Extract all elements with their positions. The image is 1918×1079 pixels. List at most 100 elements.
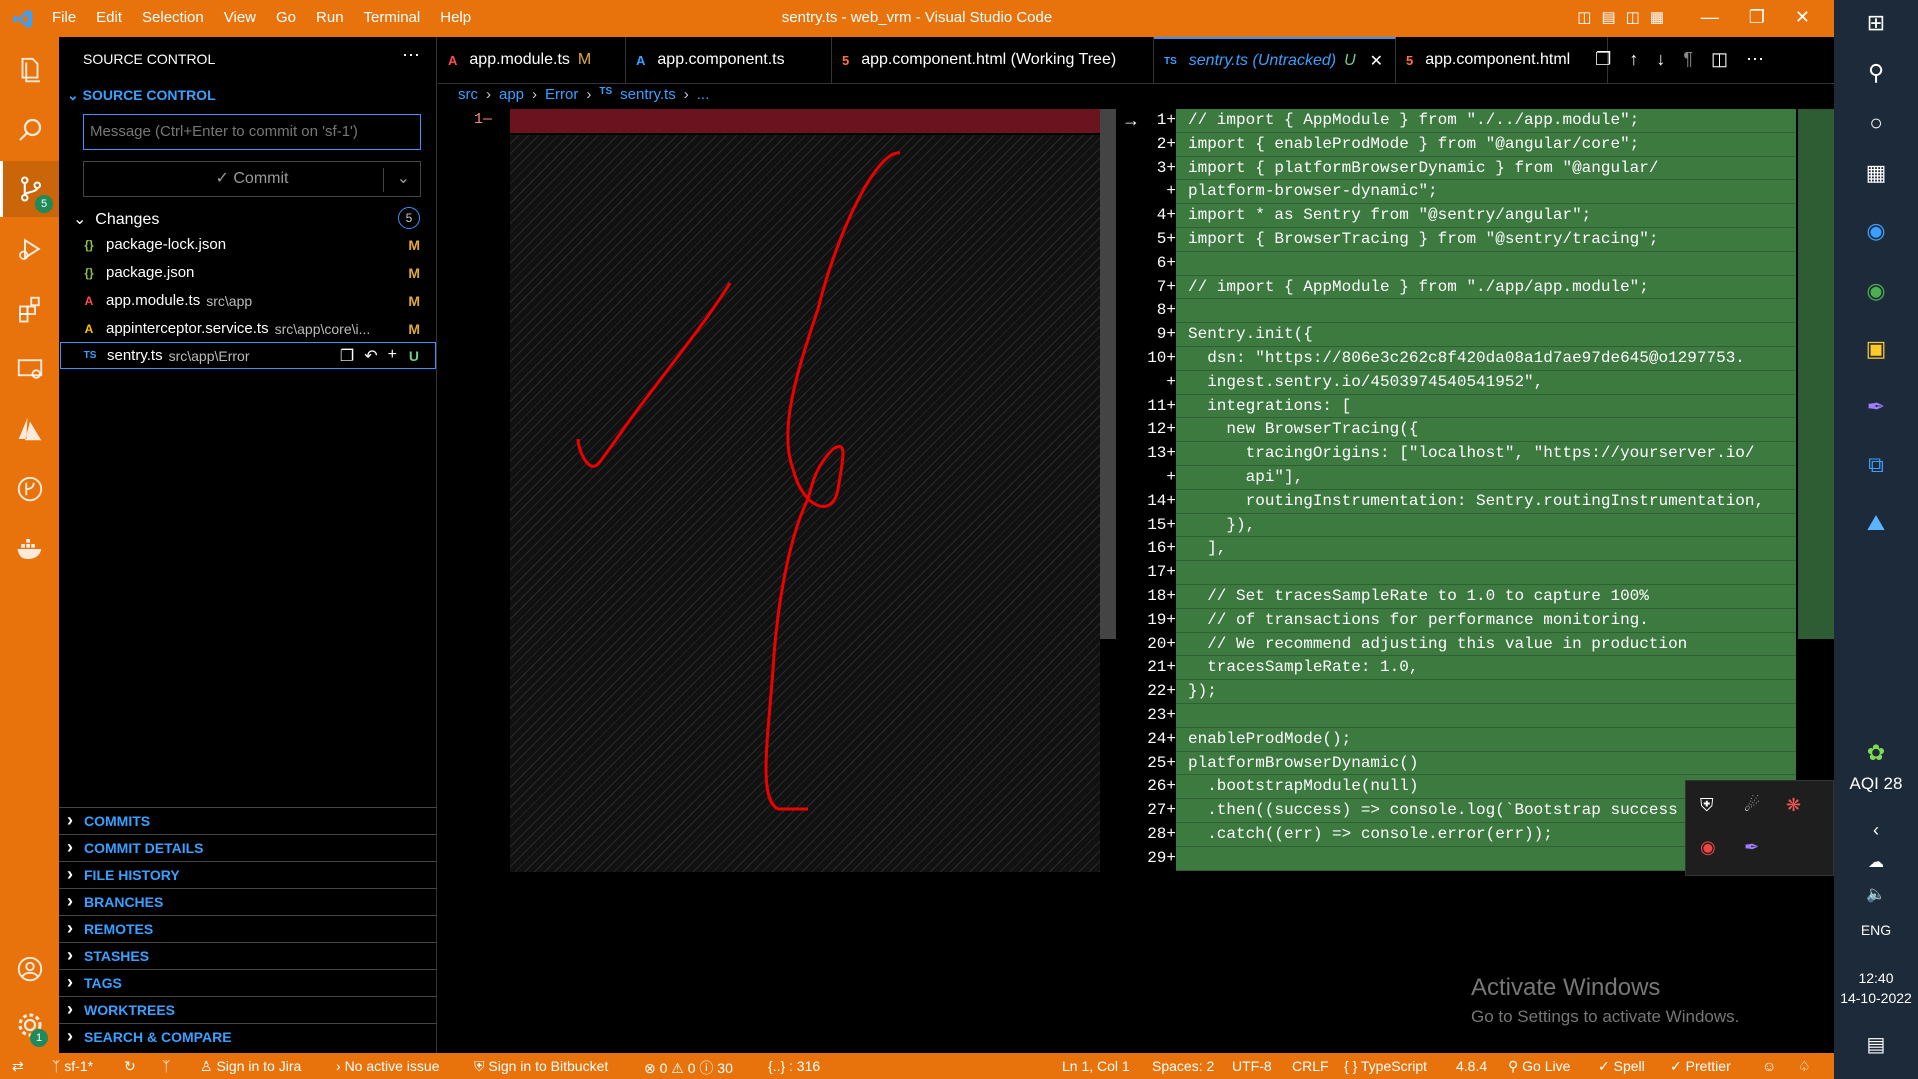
azure-icon[interactable] [0, 401, 59, 457]
clock-date[interactable]: 14-10-2022 [1834, 990, 1918, 1006]
more-actions-icon[interactable]: ⋯ [402, 45, 420, 66]
changes-header[interactable]: ⌄ Changes [73, 209, 159, 229]
code-line[interactable]: 1+// import { AppModule } from "./../app… [1116, 109, 1796, 133]
satellite-icon[interactable]: ☄ [1744, 795, 1760, 816]
code-line[interactable]: 11+ integrations: [ [1116, 394, 1796, 419]
toggle-panel-icon[interactable]: ▤ [1601, 8, 1615, 26]
code-line[interactable]: 8+ [1116, 299, 1796, 324]
toggle-secondary-sidebar-icon[interactable]: ◫ [1626, 8, 1640, 26]
code-line[interactable]: 13+ tracingOrigins: ["localhost", "https… [1116, 442, 1796, 466]
restore-icon[interactable]: ❐ [1749, 7, 1765, 28]
tab-app-component-html[interactable]: 5 app.component.html [1396, 37, 1608, 83]
code-line[interactable]: 18+ // Set tracesSampleRate to 1.0 to ca… [1116, 584, 1796, 609]
code-line[interactable]: 14+ routingInstrumentation: Sentry.routi… [1116, 489, 1796, 514]
open-file-icon[interactable]: ❐ [340, 346, 354, 366]
code-line[interactable]: 3+ import { platformBrowserDynamic } from… [1116, 156, 1796, 181]
branch-status[interactable]: ᛉ sf-1* [52, 1058, 93, 1074]
panel-branches[interactable]: BRANCHES [59, 888, 437, 915]
panel-tags[interactable]: TAGS [59, 969, 437, 996]
panel-commits[interactable]: COMMITS [59, 807, 437, 834]
photos-icon[interactable]: ⛰ [1834, 510, 1918, 536]
tab-app-component-ts[interactable]: Aapp.component.ts [626, 37, 832, 83]
breadcrumb-item[interactable]: Error [545, 86, 578, 103]
minimap[interactable] [1798, 109, 1834, 639]
customize-layout-icon[interactable]: ▦ [1650, 8, 1664, 26]
remote-icon[interactable]: ⇄ [12, 1058, 24, 1075]
breadcrumb-item[interactable]: app [499, 86, 524, 103]
encoding-status[interactable]: UTF-8 [1232, 1058, 1272, 1074]
bitbucket-status[interactable]: ⛨ Sign in to Bitbucket [474, 1058, 608, 1075]
stage-changes-icon[interactable]: + [388, 346, 397, 366]
ts-version-status[interactable]: 4.8.4 [1456, 1058, 1487, 1074]
commit-button[interactable]: ✓ Commit ⌄ [83, 161, 421, 197]
code-line[interactable]: + api"], [1116, 465, 1796, 490]
prettier-status[interactable]: ✓ Prettier [1670, 1058, 1731, 1075]
commit-message-input[interactable]: Message (Ctrl+Enter to commit on 'sf-1') [83, 114, 421, 150]
whitespace-icon[interactable]: ¶ [1683, 49, 1693, 70]
chrome-icon[interactable]: ◉ [1834, 278, 1918, 304]
panel-stashes[interactable]: STASHES [59, 942, 437, 969]
changed-file-item-selected[interactable]: TS sentry.ts src\app\Error ❐ ↶ + U [60, 342, 436, 369]
settings-gear-icon[interactable]: 1 [0, 997, 59, 1053]
panel-search-compare[interactable]: SEARCH & COMPARE [59, 1023, 437, 1050]
notifications-bell-icon[interactable]: ♤ [1798, 1058, 1811, 1075]
close-icon[interactable]: ✕ [1795, 7, 1810, 28]
volume-icon[interactable]: 🔈 [1834, 884, 1918, 904]
tab-app-component-html-working-tree[interactable]: 5 app.component.html (Working Tree) [832, 37, 1154, 83]
defender-icon[interactable]: ⛨ [1700, 795, 1714, 816]
code-line[interactable]: 10+ dsn: "https://806e3c262c8f420da08a1d… [1116, 346, 1796, 371]
feedback-icon[interactable]: ☺ [1762, 1058, 1776, 1074]
extensions-icon[interactable] [0, 281, 59, 337]
arrow-right-icon[interactable]: → [1122, 110, 1140, 131]
maps-icon[interactable]: ◉ [1834, 218, 1918, 244]
more-actions-icon[interactable]: ⋯ [1746, 49, 1764, 70]
code-line[interactable]: 12+ new BrowserTracing({ [1116, 418, 1796, 443]
source-control-icon[interactable]: 5 [0, 161, 59, 217]
next-change-icon[interactable]: ↓ [1656, 49, 1665, 70]
panel-commit-details[interactable]: COMMIT DETAILS [59, 834, 437, 861]
toggle-sidebar-icon[interactable]: ◫ [1577, 8, 1591, 26]
go-live-status[interactable]: ⚲ Go Live [1508, 1058, 1570, 1075]
diff-modified-pane[interactable]: 1+// import { AppModule } from "./../app… [1116, 109, 1834, 871]
task-view-icon[interactable]: ▦ [1834, 160, 1918, 186]
changed-file-item[interactable]: Aapp.module.ts src\app M [60, 287, 436, 314]
commit-dropdown-chevron-icon[interactable]: ⌄ [397, 162, 410, 196]
problems-status[interactable]: ⊗ 0 ⚠ 0 ⓘ 30 [644, 1058, 733, 1078]
feather-icon[interactable]: ✒ [1744, 837, 1759, 858]
diff-divider-scrollbar[interactable] [1100, 109, 1116, 639]
remote-explorer-icon[interactable] [0, 341, 59, 397]
code-line[interactable]: 9+ Sentry.init({ [1116, 323, 1796, 347]
eol-status[interactable]: CRLF [1292, 1058, 1329, 1074]
panel-worktrees[interactable]: WORKTREES [59, 996, 437, 1023]
code-line[interactable]: 15+ }), [1116, 513, 1796, 538]
breadcrumb-item[interactable]: src [458, 86, 478, 103]
code-line[interactable]: 24+ enableProdMode(); [1116, 727, 1796, 752]
vscode-taskbar-icon[interactable]: ⧉ [1834, 452, 1918, 478]
run-debug-icon[interactable] [0, 221, 59, 277]
code-line[interactable]: 7+ // import { AppModule } from "./app/ap… [1116, 275, 1796, 300]
windows-start-icon[interactable]: ⊞ [1834, 10, 1918, 36]
language-indicator[interactable]: ENG [1834, 922, 1918, 938]
code-line[interactable]: 25+ platformBrowserDynamic() [1116, 751, 1796, 776]
code-line[interactable]: 2+ import { enableProdMode } from "@angul… [1116, 132, 1796, 157]
tab-close-icon[interactable]: ✕ [1370, 51, 1383, 71]
chevron-left-icon[interactable]: ‹ [1834, 820, 1918, 841]
source-control-section-header[interactable]: ⌄ SOURCE CONTROL [67, 87, 216, 104]
code-line[interactable]: + ingest.sentry.io/4503974540541952", [1116, 370, 1796, 395]
tab-app-module-ts[interactable]: Aapp.module.ts M [438, 37, 626, 83]
chrome-icon[interactable]: ◉ [1700, 837, 1716, 858]
spell-status[interactable]: ✓ Spell [1598, 1058, 1645, 1075]
feather-app-icon[interactable]: ✒ [1834, 394, 1918, 420]
network-cloud-icon[interactable]: ☁ [1834, 852, 1918, 872]
app-tray-icon[interactable]: ❋ [1786, 795, 1801, 816]
code-line[interactable]: 20+ // We recommend adjusting this value… [1116, 632, 1796, 657]
code-line[interactable]: 22+}); [1116, 680, 1796, 704]
discard-changes-icon[interactable]: ↶ [364, 346, 377, 366]
notification-center-icon[interactable]: ▤ [1834, 1032, 1918, 1057]
code-line[interactable]: 6+ [1116, 251, 1796, 276]
search-icon[interactable] [0, 102, 59, 158]
weather-leaf-icon[interactable]: ✿ [1834, 740, 1918, 766]
changed-file-item[interactable]: {} package-lock.json M [60, 231, 436, 258]
jira-status[interactable]: ♙ Sign in to Jira [200, 1058, 301, 1075]
breadcrumb-item[interactable]: ... [697, 86, 710, 103]
